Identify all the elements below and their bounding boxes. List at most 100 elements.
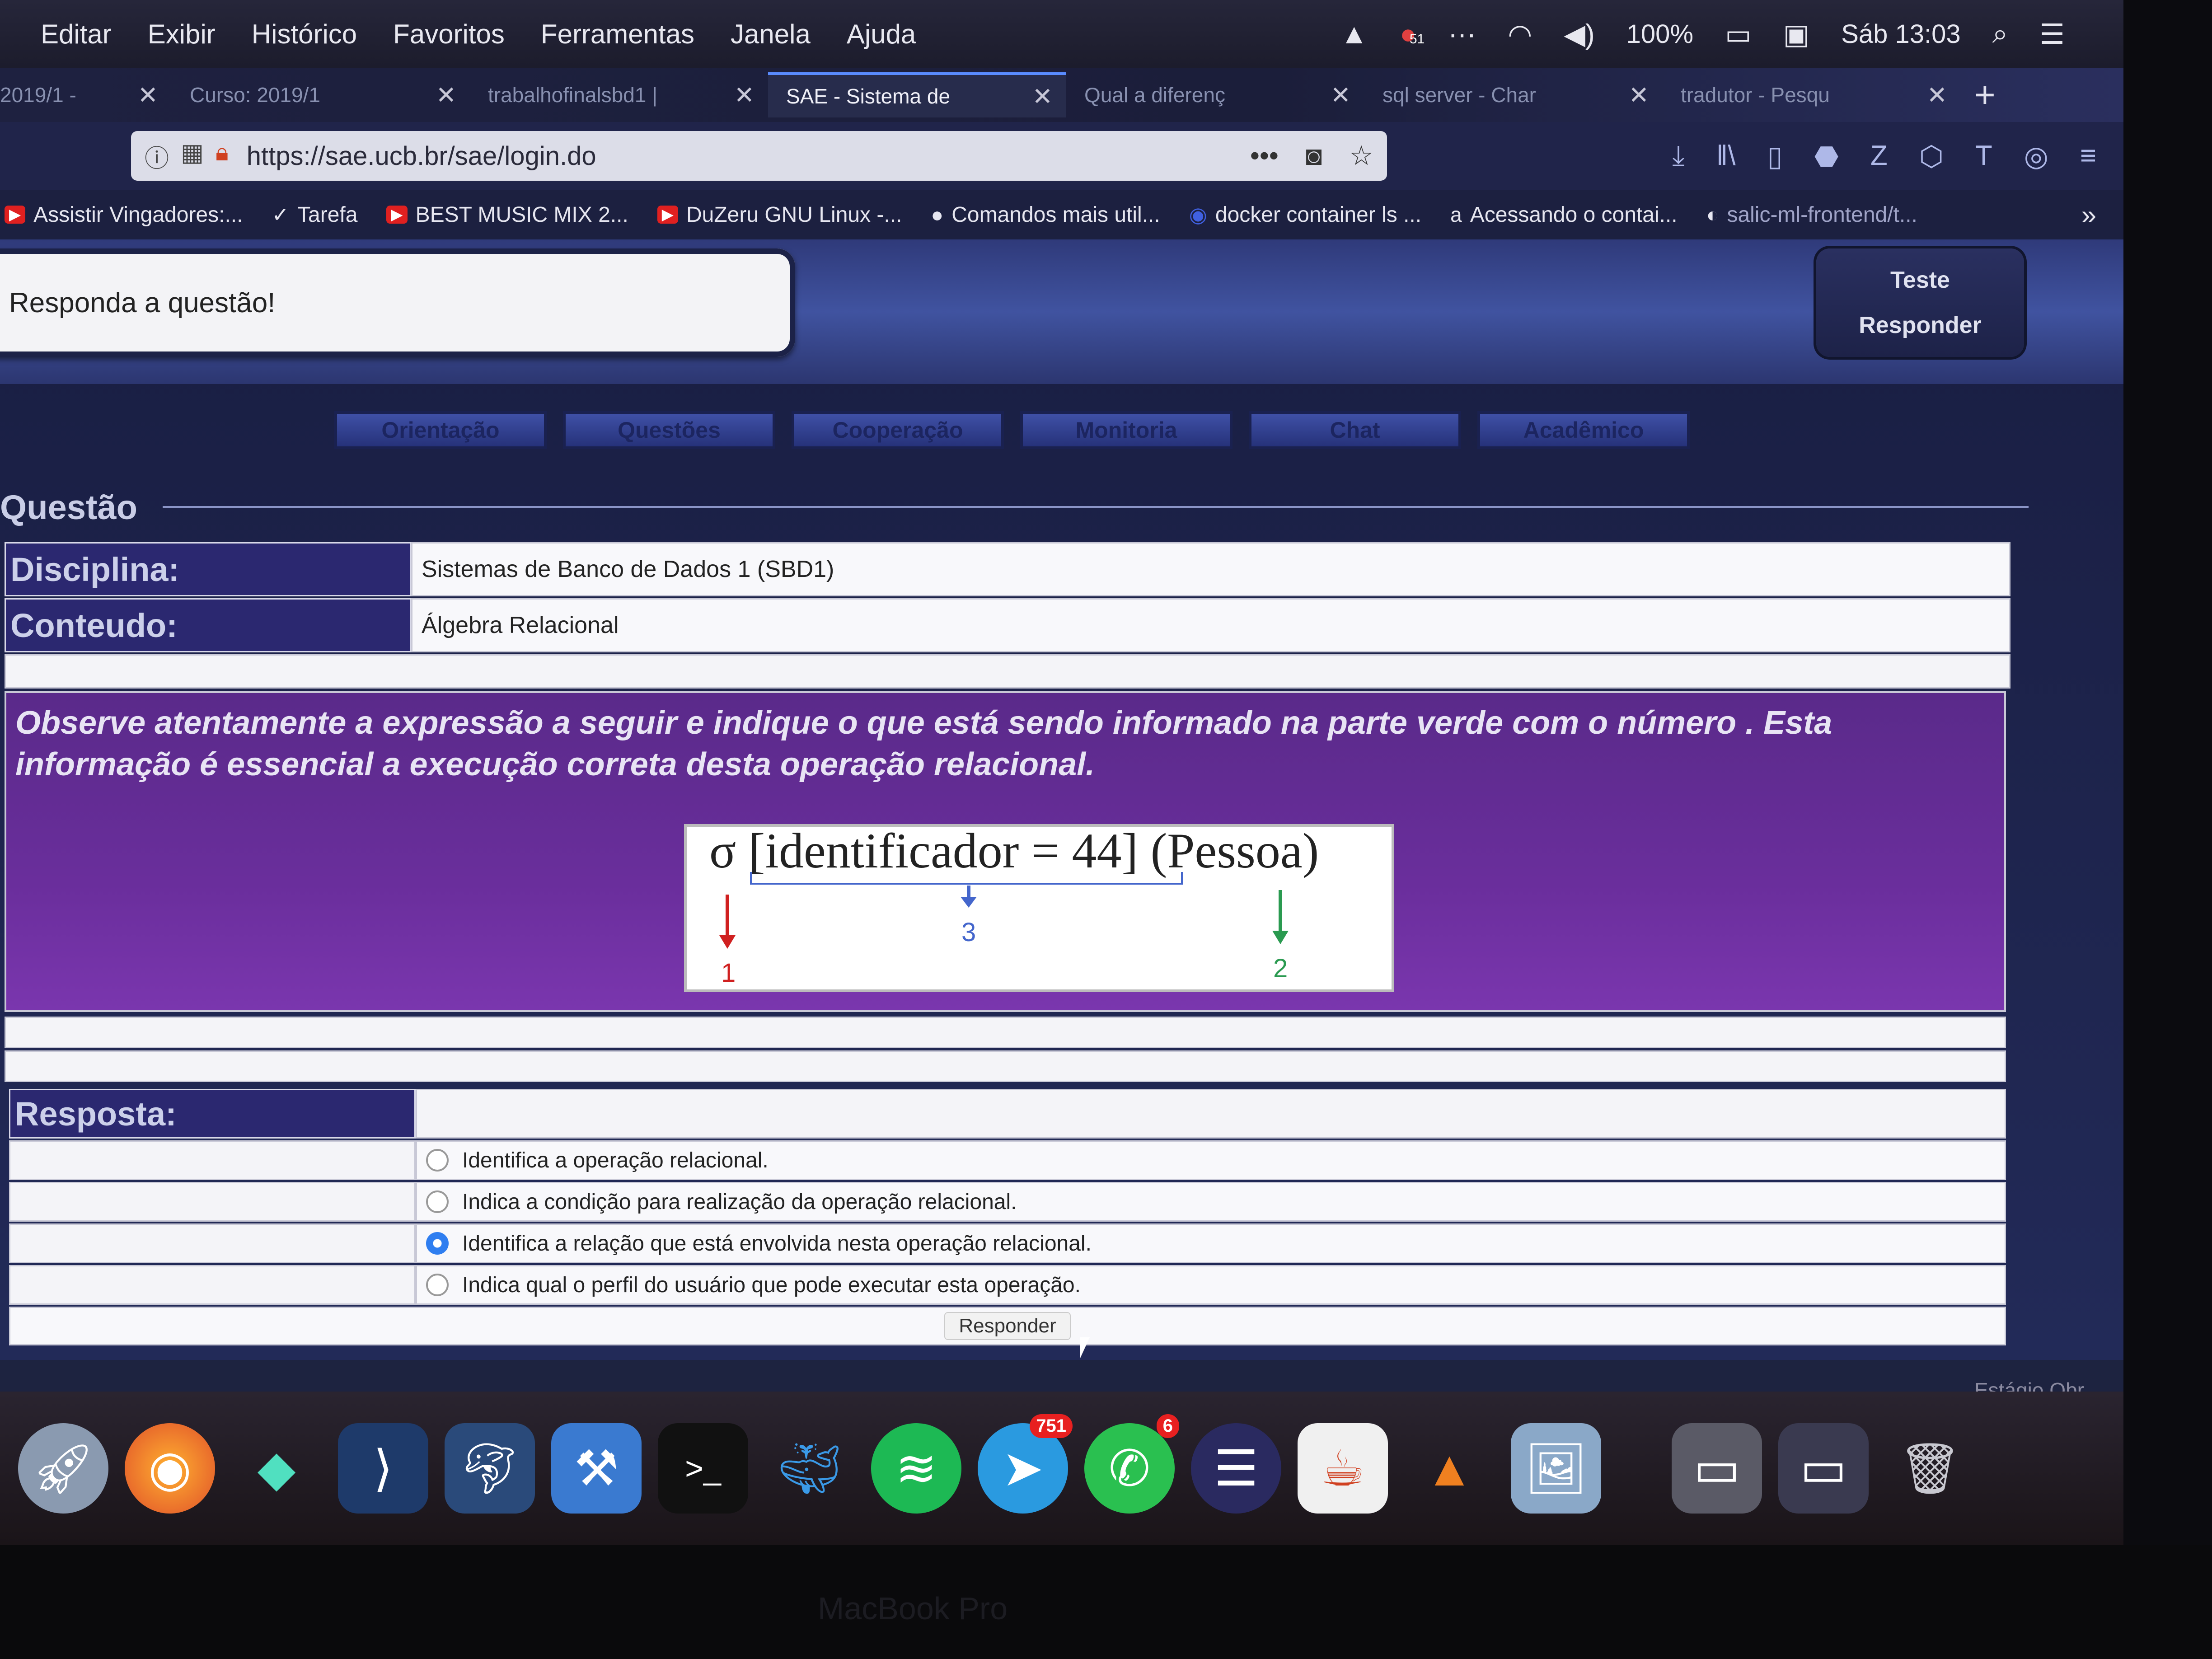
close-icon[interactable]: ✕	[436, 81, 456, 109]
sourcetree-icon[interactable]: ◆	[231, 1423, 322, 1514]
bookmark-3[interactable]: ▶ BEST MUSIC MIX 2...	[386, 202, 628, 227]
answer-option[interactable]: Identifica a operação relacional.	[9, 1140, 2006, 1180]
close-icon[interactable]: ✕	[734, 81, 755, 109]
radio-option-4[interactable]	[426, 1274, 449, 1296]
bookmark-6[interactable]: ◉ docker container ls ...	[1189, 202, 1421, 227]
tab-monitoria[interactable]: Monitoria	[1020, 411, 1233, 449]
new-tab-button[interactable]: +	[1974, 74, 1996, 116]
tab-5[interactable]: Qual a diferenç ✕	[1066, 72, 1364, 117]
bookmarks-bar: ▶ Assistir Vingadores:... ✓ Tarefa ▶ BEST M…	[0, 190, 2123, 239]
tab-7[interactable]: tradutor - Pesqu ✕	[1663, 72, 1961, 117]
bookmark-5[interactable]: ● Comandos mais util...	[931, 202, 1160, 227]
bookmark-7[interactable]: a Acessando o contai...	[1450, 202, 1678, 227]
answer-option[interactable]: Identifica a relação que está envolvida …	[9, 1223, 2006, 1263]
permissions-icon[interactable]: ▦	[181, 138, 204, 174]
tarefa-icon: ✓	[272, 203, 290, 226]
preview-icon[interactable]: 🖼︎	[1511, 1423, 1601, 1514]
hamburger-menu-icon[interactable]: ≡	[2080, 140, 2096, 173]
more-bookmarks-icon[interactable]: »	[2081, 199, 2096, 230]
terminal-icon[interactable]: >_	[658, 1423, 748, 1514]
tab-6[interactable]: sql server - Char ✕	[1364, 72, 1663, 117]
spotlight-search-icon[interactable]: ⌕	[1992, 18, 2008, 50]
bookmark-2[interactable]: ✓ Tarefa	[272, 202, 357, 227]
whatsapp-icon[interactable]: ✆ 6	[1084, 1414, 1179, 1514]
info-icon[interactable]: ⓘ	[145, 138, 169, 174]
xcode-icon[interactable]: ⚒	[551, 1423, 642, 1514]
tab-label: trabalhofinalsbd1 |	[488, 83, 658, 107]
minimized-window-icon[interactable]: ▭	[1778, 1423, 1869, 1514]
tab-cooperacao[interactable]: Cooperação	[792, 411, 1004, 449]
pocket-icon[interactable]: ◙	[1306, 140, 1322, 172]
bookmark-star-icon[interactable]: ☆	[1349, 140, 1373, 172]
sync-icon[interactable]: ◎	[2024, 140, 2048, 173]
teste-button[interactable]: Teste	[1890, 267, 1950, 294]
lock-icon[interactable]: 🔒︎	[216, 138, 229, 174]
tab-3[interactable]: trabalhofinalsbd1 | ✕	[470, 72, 768, 117]
translate-icon[interactable]: ⬡	[1919, 140, 1944, 173]
more-icon[interactable]: ···	[1448, 18, 1476, 50]
menu-editar[interactable]: Editar	[41, 19, 112, 50]
mysql-workbench-icon[interactable]: 🐬︎	[445, 1423, 535, 1514]
radio-option-2[interactable]	[426, 1190, 449, 1213]
menu-janela[interactable]: Janela	[731, 19, 811, 50]
trash-icon[interactable]: 🗑︎	[1885, 1423, 1975, 1514]
tab-questoes[interactable]: Questões	[563, 411, 775, 449]
tab-academico[interactable]: Acadêmico	[1477, 411, 1690, 449]
status-area: ▲ ● 51 ··· ◠ ◀) 100% ▭ ▣ Sáb 13:03 ⌕ ☰	[1340, 18, 2065, 51]
firefox-icon[interactable]: ◉	[125, 1423, 215, 1514]
java-icon[interactable]: ☕︎	[1298, 1423, 1388, 1514]
bookmark-label: Acessando o contai...	[1470, 202, 1678, 227]
download-icon[interactable]: ⤓	[1672, 140, 1684, 173]
vscode-icon[interactable]: ⟩	[338, 1423, 428, 1514]
clock[interactable]: Sáb 13:03	[1841, 19, 1960, 49]
wifi-icon[interactable]: ◠	[1508, 18, 1532, 51]
notification-center-icon[interactable]: ☰	[2039, 18, 2065, 51]
radio-option-3-selected[interactable]	[426, 1232, 449, 1255]
tab-sae-active[interactable]: SAE - Sistema de ✕	[768, 72, 1066, 117]
answer-option[interactable]: Indica a condição para realização da ope…	[9, 1182, 2006, 1222]
responder-top-button[interactable]: Responder	[1859, 312, 1982, 339]
close-icon[interactable]: ✕	[138, 81, 158, 109]
menu-ajuda[interactable]: Ajuda	[847, 19, 916, 50]
minimized-window-icon[interactable]: ▭	[1672, 1423, 1762, 1514]
sidebar-icon[interactable]: ▯	[1767, 140, 1783, 173]
close-icon[interactable]: ✕	[1629, 81, 1649, 109]
bookmark-1[interactable]: ▶ Assistir Vingadores:...	[5, 202, 243, 227]
close-icon[interactable]: ✕	[1032, 82, 1053, 111]
tab-2[interactable]: Curso: 2019/1 ✕	[172, 72, 470, 117]
eclipse-icon[interactable]: ☰	[1191, 1423, 1281, 1514]
menu-exibir[interactable]: Exibir	[148, 19, 216, 50]
vlc-icon[interactable]: ▲	[1404, 1423, 1495, 1514]
close-icon[interactable]: ✕	[1331, 81, 1351, 109]
url-text[interactable]: https://sae.ucb.br/sae/login.do	[247, 141, 596, 171]
responder-button[interactable]: Responder	[944, 1312, 1071, 1340]
menu-favoritos[interactable]: Favoritos	[393, 19, 505, 50]
notification-icon[interactable]: ● 51	[1400, 18, 1425, 50]
spotify-icon[interactable]: ≋	[871, 1423, 961, 1514]
bezel-label: MacBook Pro	[818, 1591, 1008, 1626]
bookmark-label: BEST MUSIC MIX 2...	[415, 202, 628, 227]
telegram-icon[interactable]: ➤ 751	[978, 1414, 1073, 1514]
volume-icon[interactable]: ◀)	[1564, 18, 1594, 51]
zotero-icon[interactable]: Z	[1870, 140, 1888, 173]
radio-option-1[interactable]	[426, 1149, 449, 1172]
vlc-status-icon[interactable]: ▲	[1340, 18, 1368, 50]
docker-icon[interactable]: 🐳︎	[764, 1423, 855, 1514]
bookmark-4[interactable]: ▶ DuZeru GNU Linux -...	[657, 202, 902, 227]
adblock-icon[interactable]: ⬣	[1814, 140, 1839, 173]
menu-ferramentas[interactable]: Ferramentas	[541, 19, 694, 50]
tab-orientacao[interactable]: Orientação	[334, 411, 547, 449]
menu-historico[interactable]: Histórico	[252, 19, 357, 50]
url-bar[interactable]: ⓘ ▦ 🔒︎ https://sae.ucb.br/sae/login.do •…	[131, 131, 1387, 181]
display-icon[interactable]: ▣	[1783, 18, 1810, 51]
extension-icon[interactable]: T	[1975, 140, 1992, 173]
library-icon[interactable]: ‖\	[1716, 140, 1736, 173]
page-actions-icon[interactable]: •••	[1250, 140, 1279, 172]
tab-1[interactable]: 2019/1 - ✕	[0, 72, 172, 117]
battery-icon[interactable]: ▭	[1725, 18, 1752, 51]
close-icon[interactable]: ✕	[1927, 81, 1947, 109]
bookmark-8[interactable]: ◐ salic-ml-frontend/t...	[1706, 202, 1917, 227]
tab-chat[interactable]: Chat	[1249, 411, 1461, 449]
launchpad-icon[interactable]: 🚀︎	[18, 1423, 108, 1514]
answer-option[interactable]: Indica qual o perfil do usuário que pode…	[9, 1265, 2006, 1305]
